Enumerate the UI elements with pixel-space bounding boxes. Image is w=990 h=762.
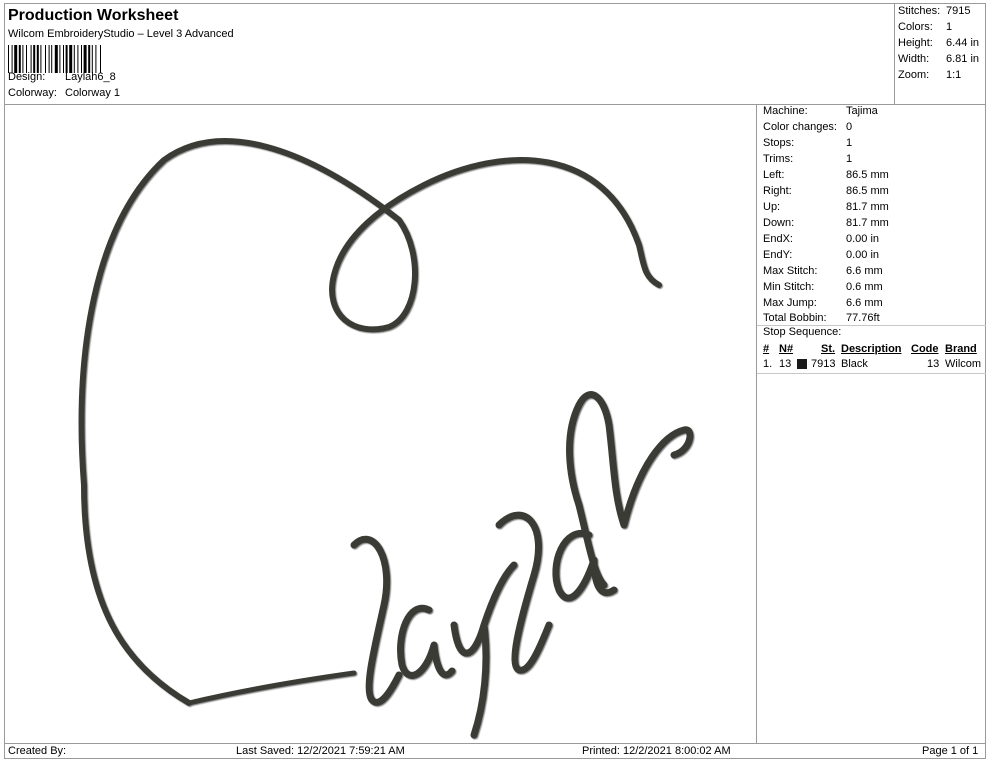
info-value: 77.76ft [846,312,880,324]
info-row: Up: 81.7 mm [763,201,889,213]
script-letter-l1 [350,535,403,706]
design-label: Design: [8,71,46,83]
info-value: 6.6 mm [846,265,883,277]
stat-row: Zoom: 1:1 [898,69,961,81]
col-header-description: Description [841,343,902,355]
info-row: EndX: 0.00 in [763,233,879,245]
embroidery-design-image [78,138,694,739]
info-value: 86.5 mm [846,185,889,197]
stat-label: Stitches: [898,5,941,17]
info-label: Min Stitch: [763,281,815,293]
info-value: 0.6 mm [846,281,883,293]
info-value: 81.7 mm [846,201,889,213]
info-value: 6.6 mm [846,297,883,309]
stat-value: 1 [946,21,953,33]
stat-row: Colors: 1 [898,21,952,33]
colorway-row: Colorway: Colorway 1 [8,87,120,99]
info-label: Down: [763,217,795,229]
cell-num: 1. [763,358,773,370]
info-label: Color changes: [763,121,837,133]
stat-value: 1:1 [946,69,962,81]
info-label: Max Jump: [763,297,817,309]
info-value: 86.5 mm [846,169,889,181]
stat-row: Stitches: 7915 [898,5,970,17]
script-letter-a1 [397,604,456,679]
info-label: EndX: [763,233,793,245]
stat-value: 6.81 in [946,53,980,65]
created-by: Created By: [8,745,67,757]
info-value: 0 [846,121,853,133]
info-value: 0.00 in [846,233,880,245]
col-header-st: St. [821,343,836,355]
machine-info-panel: Machine: Tajima Color changes: 0 Stops: 1 T… [756,105,986,743]
col-header-num: # [763,343,770,355]
stats-panel: Stitches: 7915 Colors: 1 Height: 6.44 in Wi… [894,3,986,105]
page-number: Page 1 of 1 [922,745,979,757]
info-value: 0.00 in [846,249,880,261]
barcode-image [8,45,101,73]
script-letter-l2 [495,511,553,674]
info-row: Max Stitch: 6.6 mm [763,265,883,277]
cell-n: 13 [779,358,792,370]
info-value: 1 [846,137,853,149]
info-row: EndY: 0.00 in [763,249,879,261]
stat-label: Width: [898,53,930,65]
design-preview [4,105,756,743]
worksheet-footer: Created By: Last Saved: 12/2/2021 7:59:2… [4,743,986,759]
info-label: Machine: [763,105,808,117]
design-value: Laylah6_8 [65,71,116,83]
stat-value: 6.44 in [946,37,980,49]
stop-sequence-title: Stop Sequence: [763,326,842,338]
info-value: Tajima [846,105,878,117]
info-row: Total Bobbin: 77.76ft [763,312,880,324]
info-row: Right: 86.5 mm [763,185,889,197]
info-value: 1 [846,153,853,165]
stat-row: Height: 6.44 in [898,37,979,49]
info-label: Total Bobbin: [763,312,827,324]
col-header-n: N# [779,343,794,355]
info-value: 81.7 mm [846,217,889,229]
info-label: Max Stitch: [763,265,818,277]
colorway-label: Colorway: [8,87,57,99]
page-title: Production Worksheet [8,7,179,24]
stat-value: 7915 [946,5,971,17]
script-letter-h [566,391,694,589]
info-row: Max Jump: 6.6 mm [763,297,883,309]
col-header-code: Code [911,343,939,355]
info-label: Right: [763,185,792,197]
info-label: Up: [763,201,781,213]
cell-st: 7913 [811,358,836,370]
info-label: Left: [763,169,785,181]
cell-brand: Wilcom [945,358,982,370]
colorway-value: Colorway 1 [65,87,121,99]
color-swatch [797,359,807,369]
stat-label: Zoom: [898,69,930,81]
info-row: Left: 86.5 mm [763,169,889,181]
info-label: Stops: [763,137,795,149]
software-name: Wilcom EmbroideryStudio – Level 3 Advanc… [8,28,234,40]
script-letter-y [450,561,518,739]
info-row: Down: 81.7 mm [763,217,889,229]
stat-row: Width: 6.81 in [898,53,979,65]
worksheet-header: Production Worksheet Wilcom EmbroiderySt… [4,3,986,105]
info-row: Color changes: 0 [763,121,852,133]
info-row: Machine: Tajima [763,105,878,117]
printed-date: Printed: 12/2/2021 8:00:02 AM [582,745,731,757]
stat-label: Colors: [898,21,933,33]
section-divider [757,373,986,374]
heart-tail-stroke [186,670,357,706]
info-row: Stops: 1 [763,137,852,149]
info-label: Trims: [763,153,794,165]
cell-code: 13 [927,358,940,370]
design-row: Design: Laylah6_8 [8,71,116,83]
info-row: Min Stitch: 0.6 mm [763,281,883,293]
stat-label: Height: [898,37,933,49]
info-label: EndY: [763,249,793,261]
info-row: Trims: 1 [763,153,852,165]
last-saved: Last Saved: 12/2/2021 7:59:21 AM [236,745,405,757]
cell-description: Black [841,358,868,370]
col-header-brand: Brand [945,343,977,355]
